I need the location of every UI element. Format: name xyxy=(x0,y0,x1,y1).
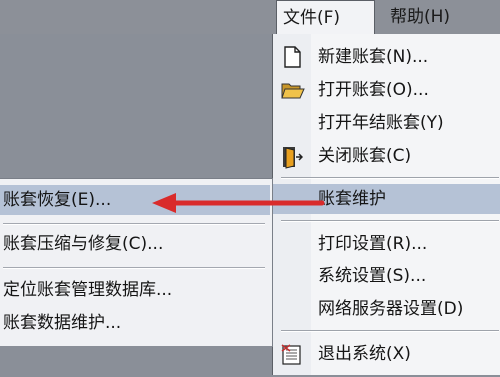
menu-item-print-settings[interactable]: 打印设置(R)... xyxy=(273,229,500,259)
open-folder-icon xyxy=(281,79,305,101)
menu-item-new-account[interactable]: 新建账套(N)... xyxy=(273,42,500,72)
menu-item-system-settings[interactable]: 系统设置(S)... xyxy=(273,261,500,291)
menu-bar: 文件(F) 帮助(H) xyxy=(0,0,500,35)
exit-icon xyxy=(281,343,303,365)
submenu-item-compress-repair[interactable]: 账套压缩与修复(C)... xyxy=(0,229,270,259)
menu-item-label: 打开账套(O)... xyxy=(318,80,429,100)
menu-item-label: 打开年结账套(Y) xyxy=(318,113,444,133)
submenu-item-label: 账套压缩与修复(C)... xyxy=(3,234,164,254)
background-window-bottom xyxy=(0,346,272,375)
submenu-item-label: 账套数据维护... xyxy=(3,313,122,333)
submenu-separator xyxy=(3,223,265,225)
menu-item-label: 关闭账套(C) xyxy=(318,146,412,166)
new-document-icon xyxy=(281,46,303,68)
menu-help-label: 帮助(H) xyxy=(390,7,451,27)
menu-help[interactable]: 帮助(H) xyxy=(384,0,474,34)
menu-item-label: 账套维护 xyxy=(318,189,386,209)
menu-item-close-account[interactable]: 关闭账套(C) xyxy=(273,141,500,171)
menu-item-label: 打印设置(R)... xyxy=(318,234,428,254)
menu-item-label: 新建账套(N)... xyxy=(318,47,429,67)
submenu-item-label: 定位账套管理数据库... xyxy=(3,280,173,300)
menu-separator xyxy=(281,330,499,332)
menu-item-network-server-settings[interactable]: 网络服务器设置(D) xyxy=(273,294,500,324)
menu-separator xyxy=(281,177,499,179)
menu-file[interactable]: 文件(F) xyxy=(276,0,375,35)
menu-item-open-account[interactable]: 打开账套(O)... xyxy=(273,75,500,105)
menu-item-open-yearend-account[interactable]: 打开年结账套(Y) xyxy=(273,108,500,138)
submenu-item-locate-database[interactable]: 定位账套管理数据库... xyxy=(0,275,270,305)
background-window xyxy=(0,34,272,178)
submenu-item-label: 账套恢复(E)... xyxy=(3,190,112,210)
menu-item-label: 退出系统(X) xyxy=(318,344,411,364)
submenu-separator xyxy=(3,267,265,269)
menu-separator xyxy=(281,220,499,222)
close-door-icon xyxy=(281,145,304,169)
menu-item-label: 网络服务器设置(D) xyxy=(318,299,464,319)
menu-item-label: 系统设置(S)... xyxy=(318,266,427,286)
submenu-item-data-maintenance[interactable]: 账套数据维护... xyxy=(0,308,270,338)
red-arrow-icon xyxy=(152,193,325,213)
menu-file-label: 文件(F) xyxy=(283,8,341,28)
menu-item-exit-system[interactable]: 退出系统(X) xyxy=(273,339,500,369)
